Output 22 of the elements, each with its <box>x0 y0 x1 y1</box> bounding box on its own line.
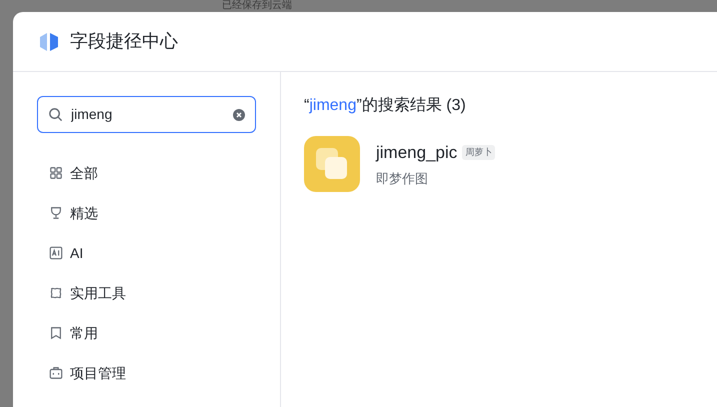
bookmark-icon <box>49 326 63 340</box>
category-item[interactable]: 常用 <box>37 315 256 351</box>
ai-icon <box>49 246 63 260</box>
grid-icon <box>49 166 63 180</box>
dialog-title: 字段捷径中心 <box>70 30 178 53</box>
briefcase-icon <box>49 366 63 380</box>
category-item[interactable]: 精选 <box>37 195 256 231</box>
category-item[interactable]: 项目管理 <box>37 355 256 391</box>
result-description: 即梦作图 <box>376 170 429 188</box>
clear-icon[interactable] <box>233 108 245 120</box>
search-input[interactable]: jimeng <box>71 104 225 125</box>
result-name[interactable]: jimeng_pic <box>376 140 458 165</box>
category-item[interactable]: 实用工具 <box>37 275 256 311</box>
category-item[interactable]: AI <box>37 235 256 271</box>
category-item[interactable]: 全部 <box>37 155 256 191</box>
background-text: 已经保存到云端 <box>222 0 292 11</box>
results-heading: “jimeng”的搜索结果 (3) <box>304 96 467 116</box>
trophy-icon <box>49 206 63 220</box>
logo-icon <box>38 30 60 52</box>
search-field[interactable]: jimeng <box>37 96 256 133</box>
search-icon <box>48 107 63 122</box>
author-tag: 周萝卜 <box>462 144 496 160</box>
